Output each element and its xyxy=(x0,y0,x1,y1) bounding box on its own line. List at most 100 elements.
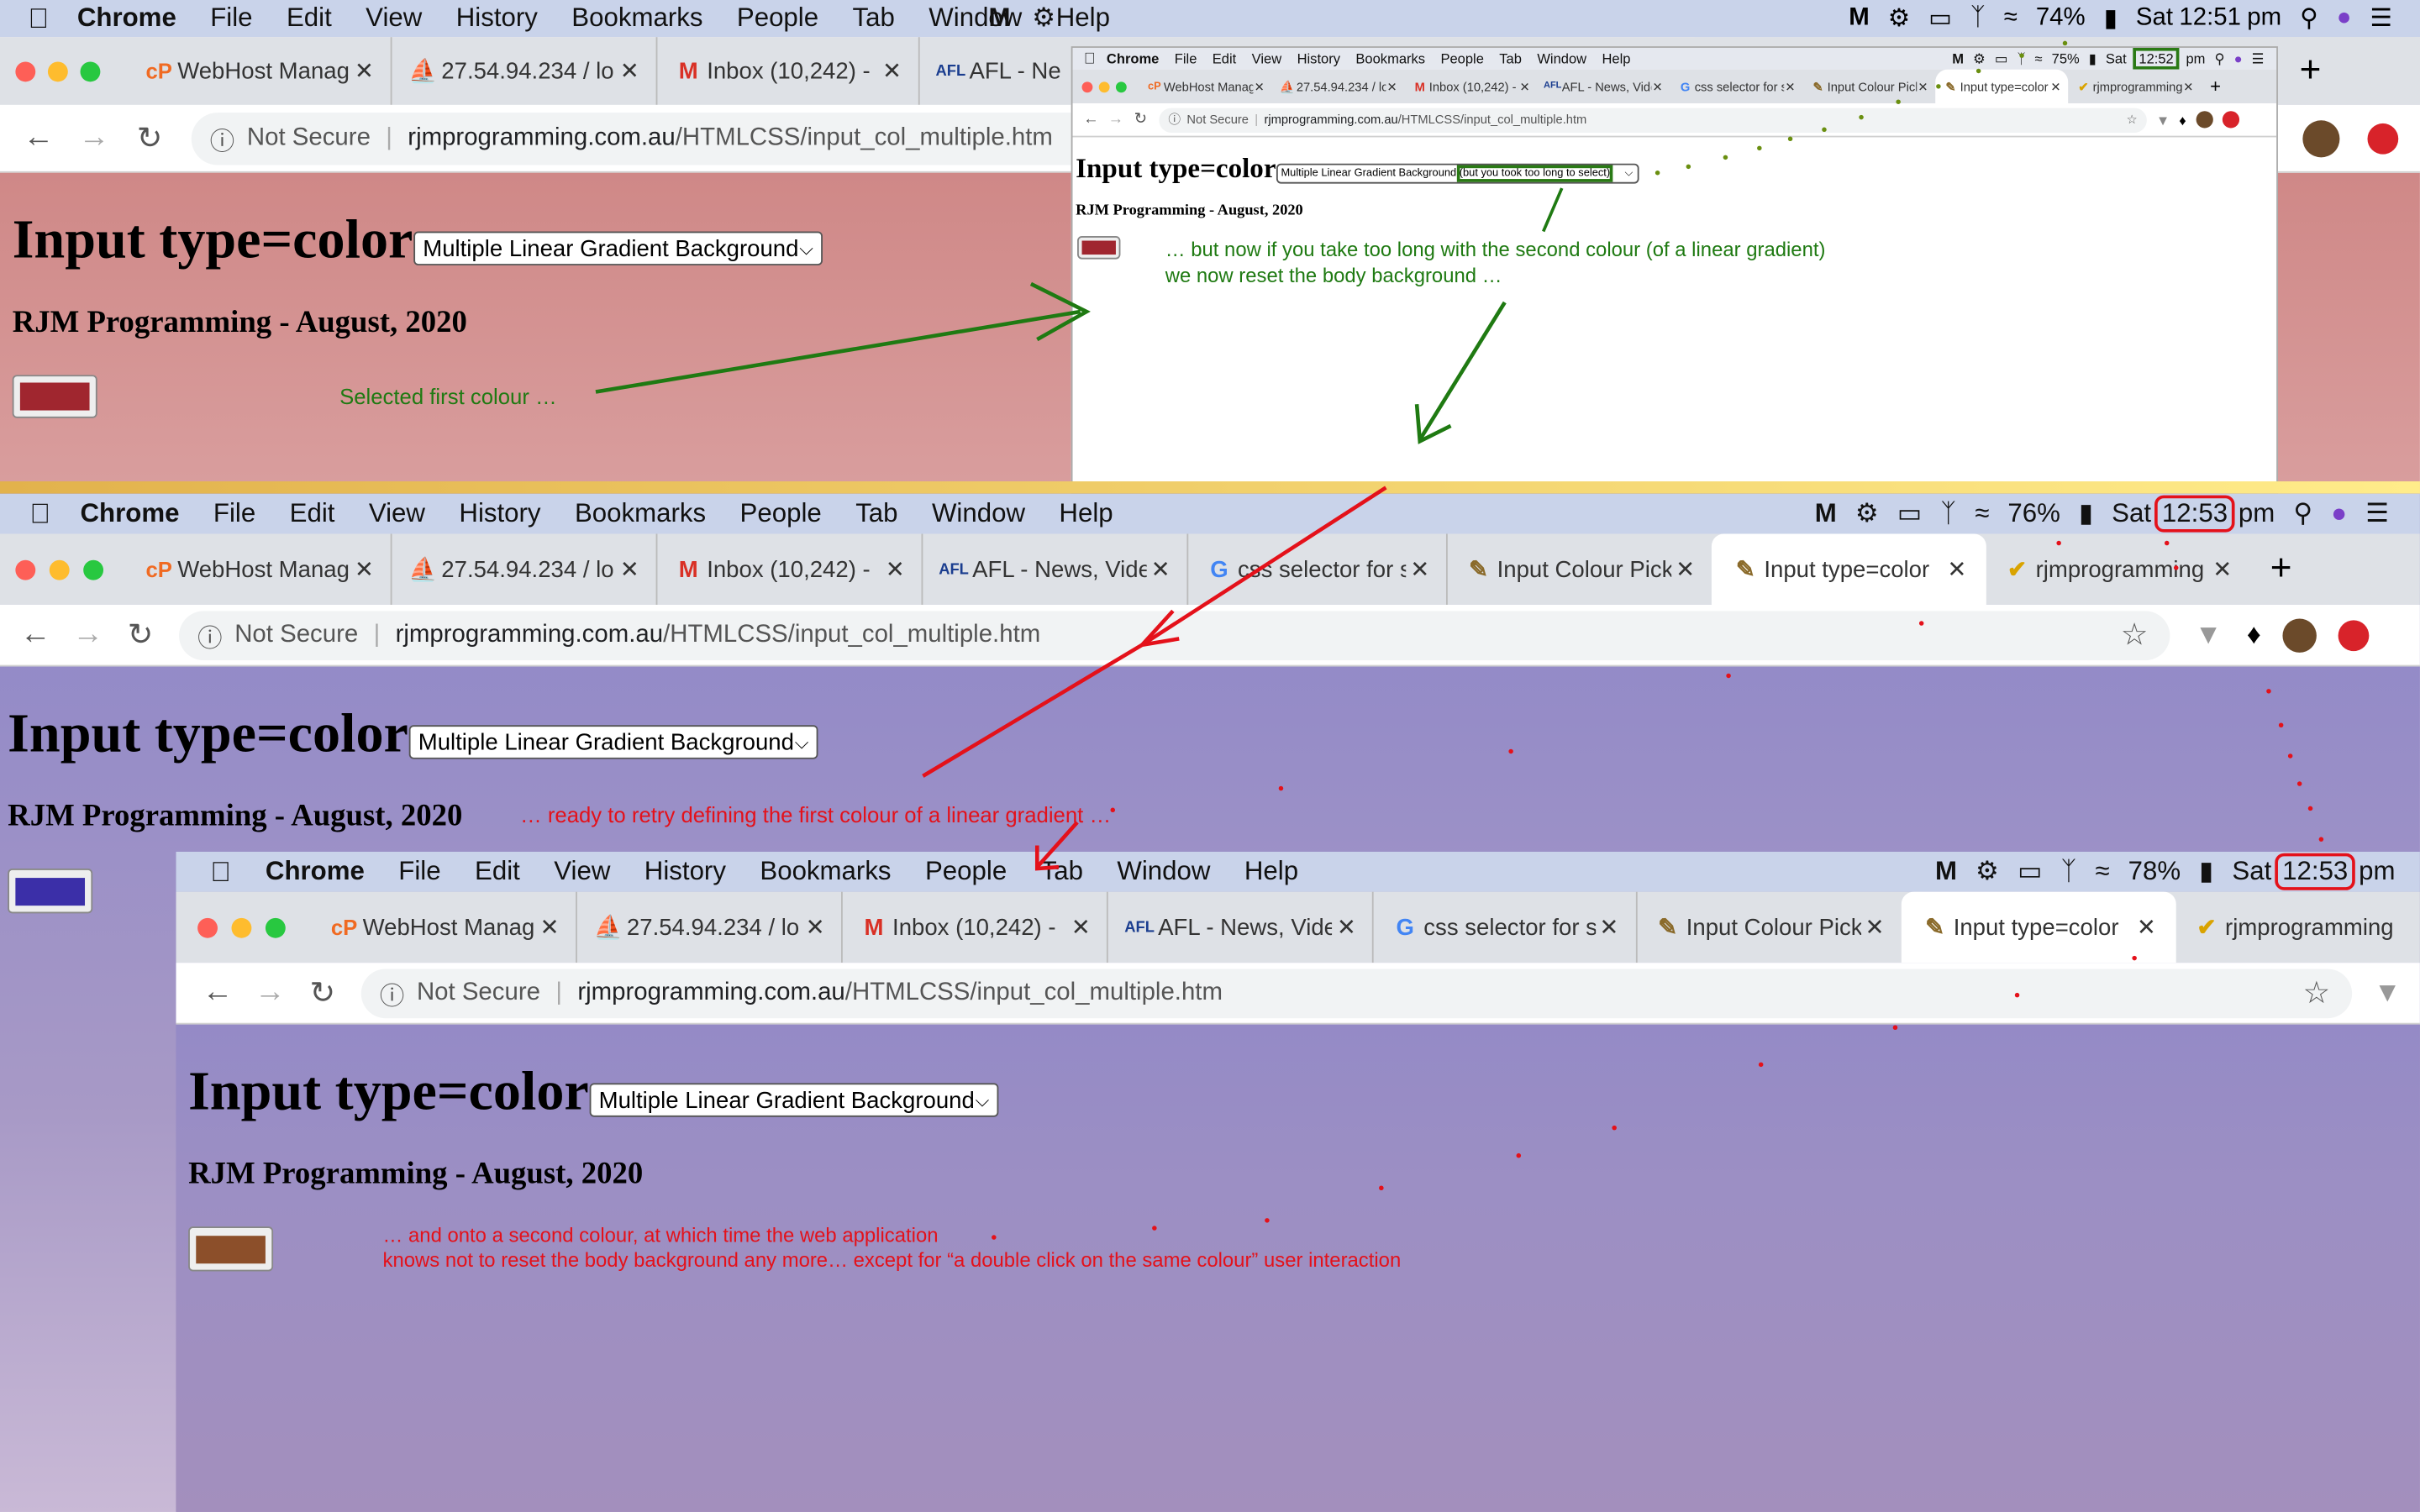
clock-day[interactable]: Sat xyxy=(2106,51,2127,66)
search-icon[interactable]: ⚲ xyxy=(2300,3,2318,34)
new-tab-icon[interactable]: + xyxy=(2270,533,2292,604)
back-icon[interactable]: ← xyxy=(197,975,238,1011)
close-tab-icon[interactable]: ✕ xyxy=(1518,80,1531,94)
minimize-window-button[interactable] xyxy=(231,916,252,937)
tab-webhost[interactable]: cP WebHost Manag ✕ xyxy=(128,533,390,604)
menu-app-name[interactable]: Chrome xyxy=(77,3,176,34)
menu-tab[interactable]: Tab xyxy=(1499,51,1522,66)
star-icon[interactable]: ☆ xyxy=(2121,616,2149,654)
menu-help[interactable]: Help xyxy=(1244,856,1298,887)
background-mode-select[interactable]: Multiple Linear Gradient Background ⌵ xyxy=(408,725,818,759)
back-icon[interactable]: ← xyxy=(1082,111,1101,128)
background-mode-select[interactable]: Multiple Linear Gradient Background ⌵ xyxy=(413,231,823,265)
clock-day[interactable]: Sat xyxy=(2112,498,2151,529)
new-tab-icon[interactable]: + xyxy=(2210,70,2221,103)
close-window-button[interactable] xyxy=(15,60,36,81)
extension-icon[interactable]: ▼ xyxy=(2156,112,2170,127)
tab-webhost[interactable]: cP WebHost Manag ✕ xyxy=(313,892,576,963)
clock-ampm[interactable]: pm xyxy=(2238,498,2275,529)
extension-icon[interactable]: ▼ xyxy=(2374,977,2402,1010)
color-input[interactable] xyxy=(188,1226,274,1272)
clock-time[interactable]: 12:53 xyxy=(2275,853,2356,890)
close-window-button[interactable] xyxy=(15,559,36,580)
airplay-icon[interactable]: ▭ xyxy=(1995,50,2008,67)
star-icon[interactable]: ☆ xyxy=(2302,974,2330,1012)
tab-afl[interactable]: AFL AFL - News, Vide ✕ xyxy=(1537,70,1670,103)
tab-phpmyadmin[interactable]: ⛵ 27.54.94.234 / lo ✕ xyxy=(576,891,841,963)
avatar[interactable] xyxy=(2195,111,2212,129)
close-tab-icon[interactable]: ✕ xyxy=(350,555,378,583)
battery-percent[interactable]: 76% xyxy=(2007,498,2060,529)
airplay-icon[interactable]: ▭ xyxy=(1928,3,1952,34)
malwarebytes-icon[interactable]: M xyxy=(1952,51,1964,66)
close-tab-icon[interactable]: ✕ xyxy=(878,57,906,85)
tab-input-type-color[interactable]: ✎ Input type=color ✕ xyxy=(1711,533,1986,605)
close-tab-icon[interactable]: ✕ xyxy=(1860,913,1888,941)
menu-bookmarks[interactable]: Bookmarks xyxy=(571,3,702,34)
menu-bookmarks[interactable]: Bookmarks xyxy=(575,498,706,529)
close-tab-icon[interactable]: ✕ xyxy=(1651,80,1664,94)
menu-app-name[interactable]: Chrome xyxy=(1107,51,1159,66)
tab-google[interactable]: Gcss selector for s ✕ xyxy=(1186,533,1446,605)
close-tab-icon[interactable]: ✕ xyxy=(1595,913,1623,941)
bluetooth-icon[interactable]: ᛉ xyxy=(2061,856,2077,887)
tab-google[interactable]: Gcss selector for s ✕ xyxy=(1670,70,1802,103)
battery-icon[interactable]: ▮ xyxy=(2199,856,2213,887)
menu-people[interactable]: People xyxy=(1440,51,1483,66)
menu-app-name[interactable]: Chrome xyxy=(266,856,365,887)
reload-icon[interactable]: ↻ xyxy=(120,616,160,654)
search-icon[interactable]: ⚲ xyxy=(2293,498,2312,529)
tab-rjmprogramming[interactable]: ✔ rjmprogramming ✕ xyxy=(1986,533,2249,604)
minimize-window-button[interactable] xyxy=(49,559,70,580)
wifi-icon[interactable]: ≈ xyxy=(2004,5,2018,33)
menu-file[interactable]: File xyxy=(398,856,440,887)
gear-icon[interactable]: ⚙ xyxy=(1888,3,1910,34)
address-bar[interactable]: ⓘ Not Secure | rjmprogramming.com.au/HTM… xyxy=(179,610,2170,660)
battery-icon[interactable]: ▮ xyxy=(2104,3,2118,34)
clock-time[interactable]: 12:51 xyxy=(2179,5,2241,33)
malwarebytes-icon[interactable]: M xyxy=(989,3,1011,34)
extension-icon[interactable]: ▼ xyxy=(2195,619,2223,652)
menu-edit[interactable]: Edit xyxy=(475,856,520,887)
wifi-icon[interactable]: ≈ xyxy=(1975,498,1989,529)
clock-ampm[interactable]: pm xyxy=(2186,51,2205,66)
menu-tab[interactable]: Tab xyxy=(853,3,895,34)
clock-ampm[interactable]: pm xyxy=(2247,5,2281,33)
search-icon[interactable]: ⚲ xyxy=(2214,50,2224,67)
tab-rjmprogramming[interactable]: ✔ rjmprogramming xyxy=(2175,892,2420,963)
menu-file[interactable]: File xyxy=(210,3,252,34)
color-input[interactable] xyxy=(12,375,97,418)
tab-afl[interactable]: AFL AFL - News, Vide ✕ xyxy=(1107,891,1373,963)
gear-icon[interactable]: ⚙ xyxy=(1975,856,1999,887)
tab-input-colour-picker[interactable]: ✎ Input Colour Pick ✕ xyxy=(1445,533,1712,605)
tab-phpmyadmin[interactable]: ⛵ 27.54.94.234 / lo ✕ xyxy=(390,37,656,105)
menu-people[interactable]: People xyxy=(737,3,818,34)
zoom-window-button[interactable] xyxy=(83,559,104,580)
menu-file[interactable]: File xyxy=(213,498,255,529)
gear-icon[interactable]: ⚙ xyxy=(1855,498,1879,529)
info-icon[interactable]: ⓘ xyxy=(380,974,404,1011)
forward-icon[interactable]: → xyxy=(68,617,108,653)
menu-list-icon[interactable]: ☰ xyxy=(2252,50,2265,67)
menu-history[interactable]: History xyxy=(1297,51,1340,66)
airplay-icon[interactable]: ▭ xyxy=(2018,856,2043,887)
reload-icon[interactable]: ↻ xyxy=(129,118,170,157)
battery-percent[interactable]: 74% xyxy=(2036,5,2086,33)
bluetooth-icon[interactable]: ᛉ xyxy=(1970,5,1986,33)
info-icon[interactable]: ⓘ xyxy=(210,119,234,156)
color-input[interactable] xyxy=(8,869,93,914)
close-tab-icon[interactable]: ✕ xyxy=(1253,80,1265,94)
zoom-window-button[interactable] xyxy=(80,60,101,81)
close-tab-icon[interactable]: ✕ xyxy=(1943,555,1970,583)
close-tab-icon[interactable]: ✕ xyxy=(1784,80,1797,94)
bluetooth-icon[interactable]: ᛉ xyxy=(2018,51,2026,66)
menu-window[interactable]: Window xyxy=(932,498,1025,529)
menu-window[interactable]: Window xyxy=(1117,856,1210,887)
close-tab-icon[interactable]: ✕ xyxy=(2049,80,2062,94)
menu-tab[interactable]: Tab xyxy=(1041,856,1083,887)
menu-history[interactable]: History xyxy=(456,3,538,34)
forward-icon[interactable]: → xyxy=(250,975,291,1011)
close-tab-icon[interactable]: ✕ xyxy=(350,57,378,85)
forward-icon[interactable]: → xyxy=(74,120,114,155)
apple-icon[interactable]:  xyxy=(1073,50,1107,67)
